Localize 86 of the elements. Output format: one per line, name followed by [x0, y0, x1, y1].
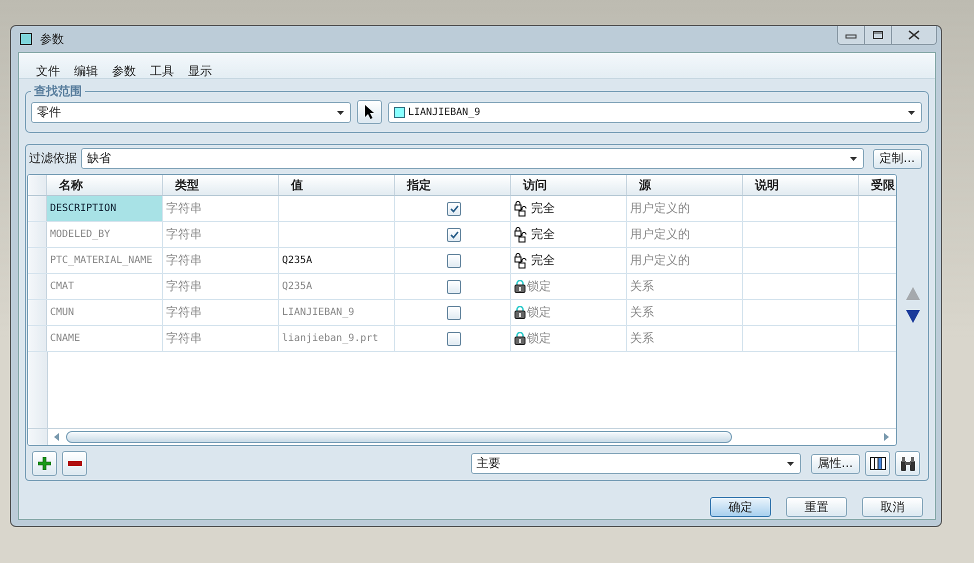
column-header[interactable]: 受限 — [859, 175, 896, 195]
table-cell: 用户定义的 — [630, 252, 690, 269]
maximize-icon — [872, 30, 884, 40]
cube-icon — [20, 33, 32, 45]
scrollbar-thumb[interactable] — [66, 431, 732, 443]
remove-button[interactable] — [62, 451, 87, 476]
access-label: 锁定 — [527, 304, 551, 321]
scroll-right-icon[interactable] — [884, 433, 890, 441]
customize-button[interactable]: 定制... — [872, 148, 922, 168]
access-label: 完全 — [531, 252, 555, 269]
table-cell: LIANJIEBAN_9 — [282, 307, 354, 318]
padlock-icon — [514, 306, 526, 319]
column-header[interactable]: 值 — [279, 175, 395, 195]
set-dropdown[interactable]: 主要 — [470, 453, 801, 474]
group-title: 查找范围 — [33, 83, 83, 100]
table-cell: 字符串 — [163, 274, 279, 299]
checkbox[interactable] — [447, 202, 461, 216]
table-cell: 关系 — [630, 304, 654, 321]
column-header[interactable]: 类型 — [163, 175, 279, 195]
access-label: 完全 — [531, 200, 555, 217]
menu-item[interactable]: 编辑 — [74, 63, 98, 78]
table-cell: 关系 — [630, 330, 654, 347]
table-cell: 关系 — [630, 278, 654, 295]
caret-icon — [850, 156, 857, 160]
checkbox[interactable] — [447, 254, 461, 268]
column-header[interactable]: 访问 — [511, 175, 627, 195]
check-icon — [450, 204, 458, 212]
menu-item[interactable]: 文件 — [36, 63, 60, 78]
close-icon — [908, 30, 920, 40]
checkbox[interactable] — [447, 280, 461, 294]
dialog-button[interactable]: 确定 — [710, 497, 771, 517]
caret-icon — [908, 110, 915, 114]
table-cell: 字符串 — [163, 326, 279, 351]
checkbox[interactable] — [447, 332, 461, 346]
move-down-icon[interactable] — [906, 310, 920, 323]
table-cell: 字符串 — [163, 222, 279, 247]
minus-icon — [68, 461, 82, 466]
dialog-button[interactable]: 重置 — [786, 497, 847, 517]
filter-label: 过滤依据 — [29, 150, 77, 167]
cube-icon — [394, 107, 405, 118]
table-cell: Q235A — [282, 281, 312, 292]
table-cell: 用户定义的 — [630, 200, 690, 217]
window-title: 参数 — [40, 30, 64, 48]
select-button[interactable] — [357, 100, 382, 124]
table-cell: lianjieban_9.prt — [282, 333, 378, 344]
table-cell: 字符串 — [163, 248, 279, 273]
table-cell: 字符串 — [163, 196, 279, 221]
check-icon — [450, 230, 458, 238]
menu-item[interactable]: 参数 — [112, 63, 136, 78]
scope-dropdown[interactable]: 零件 — [31, 102, 351, 123]
access-label: 完全 — [531, 226, 555, 243]
binoculars-button[interactable] — [895, 451, 920, 476]
scroll-left-icon[interactable] — [54, 433, 60, 441]
access-label: 锁定 — [527, 278, 551, 295]
column-header[interactable]: 源 — [627, 175, 743, 195]
padlock-icon — [514, 280, 526, 293]
caret-icon — [337, 110, 344, 114]
checkbox[interactable] — [447, 228, 461, 242]
columns-button[interactable] — [865, 451, 890, 476]
table-cell: Q235A — [282, 255, 312, 266]
corner-cell[interactable] — [28, 175, 47, 195]
table-cell[interactable]: DESCRIPTION — [47, 196, 163, 221]
close-button[interactable] — [892, 26, 936, 44]
minimize-button[interactable] — [838, 26, 865, 44]
filter-dropdown[interactable]: 缺省 — [81, 148, 864, 169]
move-up-icon[interactable] — [906, 287, 920, 300]
access-label: 锁定 — [527, 330, 551, 347]
columns-icon — [870, 457, 886, 470]
checkbox[interactable] — [447, 306, 461, 320]
table-cell: 用户定义的 — [630, 226, 690, 243]
menu-item[interactable]: 工具 — [150, 63, 174, 78]
menu-item[interactable]: 显示 — [188, 63, 212, 78]
dialog-button[interactable]: 取消 — [862, 497, 923, 517]
column-header[interactable]: 说明 — [743, 175, 859, 195]
padlock-icon — [514, 332, 526, 345]
plus-icon — [38, 457, 51, 470]
model-dropdown[interactable]: LIANJIEBAN_9 — [388, 102, 922, 123]
table-cell: 字符串 — [163, 300, 279, 325]
add-button[interactable] — [32, 451, 57, 476]
binoculars-icon — [900, 456, 916, 470]
caret-icon — [786, 462, 794, 466]
properties-button[interactable]: 属性... — [810, 454, 860, 474]
column-header[interactable]: 名称 — [47, 175, 163, 195]
pointer-icon — [364, 104, 376, 120]
maximize-button[interactable] — [865, 26, 892, 44]
column-header[interactable]: 指定 — [395, 175, 511, 195]
